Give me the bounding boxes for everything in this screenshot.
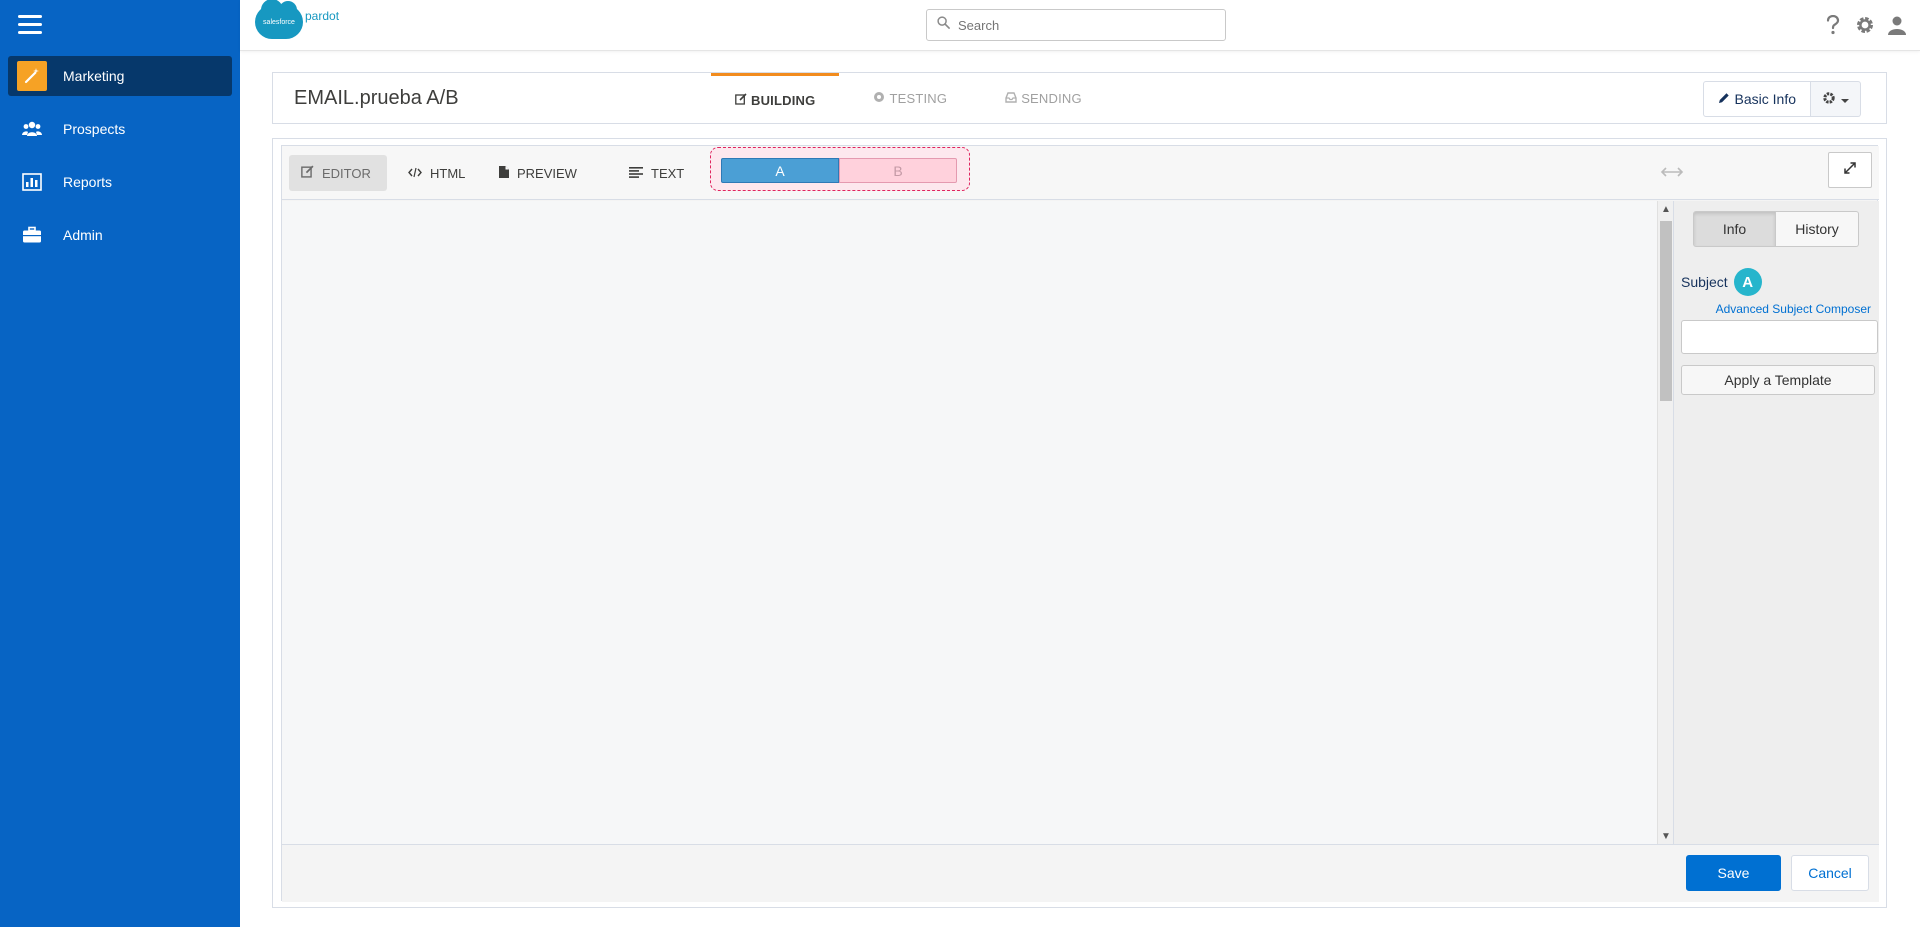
tab-label: BUILDING — [751, 92, 816, 108]
basic-info-button[interactable]: Basic Info — [1702, 81, 1811, 117]
preview-tab-label: PREVIEW — [517, 165, 577, 181]
subject-label-row: Subject A — [1681, 268, 1762, 296]
code-icon — [408, 166, 422, 181]
editor-footer: Save Cancel — [282, 844, 1879, 902]
header-icons — [1822, 13, 1908, 37]
panel-tabs: Info History — [1693, 211, 1859, 247]
wand-icon — [17, 61, 47, 91]
gear-icon — [1822, 91, 1836, 108]
editor-toolbar: EDITOR HTML PREVIEW TEXT A B — [282, 146, 1879, 200]
align-left-icon — [629, 166, 643, 181]
edit-icon — [301, 165, 314, 181]
hamburger-menu-icon[interactable] — [18, 15, 42, 35]
tab-sending[interactable]: SENDING — [981, 73, 1106, 124]
editor-tab[interactable]: EDITOR — [289, 155, 387, 191]
subject-input[interactable] — [1681, 320, 1878, 354]
cancel-button[interactable]: Cancel — [1791, 855, 1869, 891]
logo-product-text: pardot — [305, 9, 340, 23]
page-title: EMAIL.prueba A/B — [294, 87, 459, 109]
salesforce-cloud-logo: salesforce — [255, 0, 303, 39]
scroll-down-icon[interactable]: ▼ — [1658, 828, 1674, 844]
user-icon[interactable] — [1886, 13, 1908, 37]
variant-b-button[interactable]: B — [839, 158, 957, 183]
edit-icon — [735, 92, 747, 108]
people-icon — [17, 114, 47, 144]
apply-template-button[interactable]: Apply a Template — [1681, 365, 1875, 395]
ab-variant-switcher: A B — [710, 147, 970, 191]
tab-label: TESTING — [889, 91, 948, 106]
save-button[interactable]: Save — [1686, 855, 1781, 891]
variant-a-button[interactable]: A — [721, 158, 839, 183]
advanced-subject-composer-link[interactable]: Advanced Subject Composer — [1716, 302, 1871, 316]
logo-cloud-text: salesforce — [263, 18, 295, 26]
text-tab[interactable]: TEXT — [617, 155, 696, 191]
sidebar-item-label: Reports — [63, 174, 113, 190]
basic-info-label: Basic Info — [1734, 91, 1796, 107]
expand-button[interactable] — [1828, 152, 1872, 188]
title-actions: Basic Info — [1702, 81, 1861, 117]
pencil-icon — [1718, 91, 1730, 107]
scroll-up-icon[interactable]: ▲ — [1658, 201, 1674, 217]
subject-label: Subject — [1681, 274, 1728, 290]
sidebar: Marketing Prospects Reports Admin — [0, 0, 240, 927]
sidebar-item-label: Admin — [63, 227, 103, 243]
briefcase-icon — [17, 220, 47, 250]
gear-icon[interactable] — [1854, 13, 1876, 37]
chevron-down-icon — [1841, 91, 1849, 107]
sidebar-item-label: Prospects — [63, 121, 126, 137]
email-editor-container: EDITOR HTML PREVIEW TEXT A B ▲ ▼ Info Hi… — [272, 138, 1887, 908]
scroll-thumb[interactable] — [1660, 221, 1672, 401]
tab-label: SENDING — [1021, 91, 1082, 106]
sidebar-item-marketing[interactable]: Marketing — [8, 56, 232, 96]
top-header: salesforce pardot — [240, 0, 1920, 51]
sidebar-item-admin[interactable]: Admin — [8, 215, 232, 255]
editor-tab-label: EDITOR — [322, 165, 371, 181]
pardot-logo[interactable]: salesforce pardot — [255, 0, 340, 39]
search-input[interactable] — [958, 17, 1208, 33]
sidebar-item-label: Marketing — [63, 68, 125, 84]
sidebar-nav: Marketing Prospects Reports Admin — [0, 56, 240, 268]
html-tab[interactable]: HTML — [396, 155, 477, 191]
preview-tab[interactable]: PREVIEW — [487, 155, 589, 191]
tab-info[interactable]: Info — [1693, 211, 1776, 247]
email-editor: EDITOR HTML PREVIEW TEXT A B ▲ ▼ Info Hi… — [281, 145, 1879, 902]
editor-scrollbar[interactable]: ▲ ▼ — [1657, 201, 1673, 844]
html-tab-label: HTML — [430, 165, 466, 181]
sidebar-item-prospects[interactable]: Prospects — [8, 109, 232, 149]
page-title-bar: EMAIL.prueba A/B BUILDING TESTING SENDIN… — [272, 72, 1887, 124]
tab-testing[interactable]: TESTING — [849, 73, 971, 124]
wizard-steps: BUILDING TESTING SENDING — [711, 73, 1106, 124]
variant-badge: A — [1733, 268, 1762, 296]
settings-dropdown-button[interactable] — [1811, 81, 1861, 117]
document-icon — [499, 165, 509, 181]
bar-chart-icon — [17, 167, 47, 197]
tab-building[interactable]: BUILDING — [711, 73, 840, 124]
search-icon — [937, 16, 950, 34]
expand-icon — [1844, 161, 1856, 179]
help-icon[interactable] — [1822, 13, 1844, 37]
text-tab-label: TEXT — [651, 165, 685, 181]
tab-history[interactable]: History — [1776, 211, 1859, 247]
editor-canvas[interactable] — [282, 201, 1672, 844]
testing-icon — [873, 91, 885, 106]
resize-horizontal-icon[interactable] — [1660, 164, 1684, 180]
sidebar-item-reports[interactable]: Reports — [8, 162, 232, 202]
right-panel: Info History Subject A Advanced Subject … — [1673, 201, 1879, 844]
search-box[interactable] — [926, 9, 1226, 41]
inbox-icon — [1005, 91, 1017, 106]
